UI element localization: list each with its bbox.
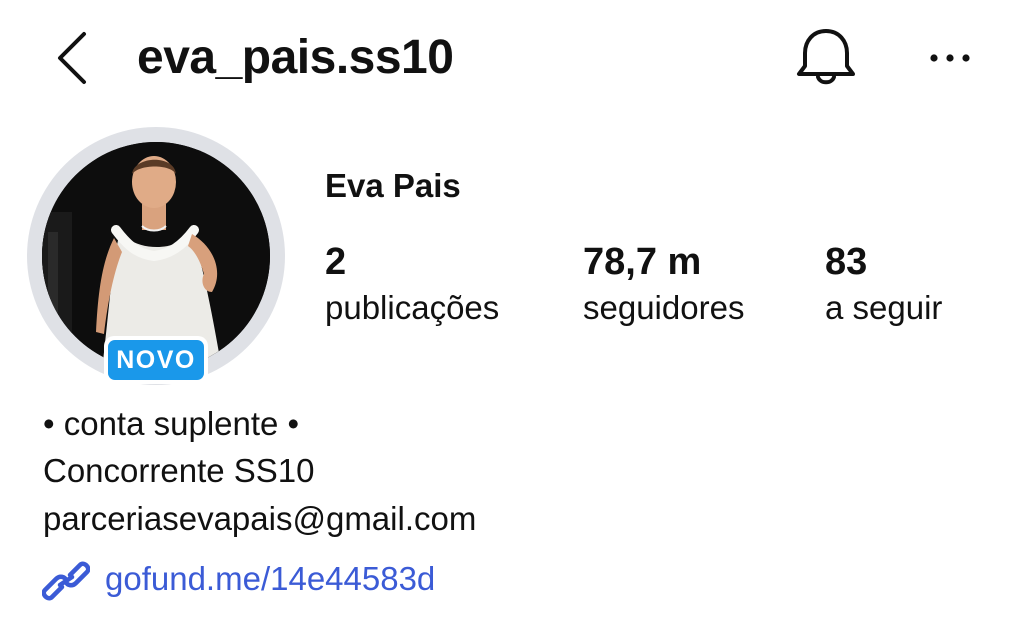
following-count[interactable]: 83 a seguir	[825, 238, 942, 330]
more-horizontal-icon	[930, 54, 970, 62]
followers-count-value: 78,7 m	[583, 241, 702, 283]
profile-username: eva_pais.ss10	[137, 31, 454, 84]
bio-line: • conta suplente •	[43, 405, 300, 442]
followers-count[interactable]: 78,7 m seguidores	[583, 238, 744, 330]
following-count-label: a seguir	[825, 289, 943, 326]
bell-icon	[797, 29, 855, 85]
bio-line: Concorrente SS10	[43, 452, 315, 489]
posts-count[interactable]: 2 publicações	[325, 238, 499, 330]
back-button[interactable]	[48, 26, 96, 90]
posts-count-value: 2	[325, 241, 347, 283]
following-count-value: 83	[825, 241, 868, 283]
followers-count-label: seguidores	[583, 289, 745, 326]
display-name: Eva Pais	[325, 167, 461, 204]
posts-count-label: publicações	[325, 289, 500, 326]
notifications-button[interactable]	[792, 26, 860, 90]
more-options-button[interactable]	[920, 36, 980, 80]
bio-link-text: gofund.me/14e44583d	[105, 560, 436, 597]
new-badge: NOVO	[108, 340, 204, 380]
chevron-left-icon	[58, 32, 86, 84]
bio-email: parceriasevapais@gmail.com	[43, 500, 477, 537]
link-icon	[42, 561, 90, 601]
